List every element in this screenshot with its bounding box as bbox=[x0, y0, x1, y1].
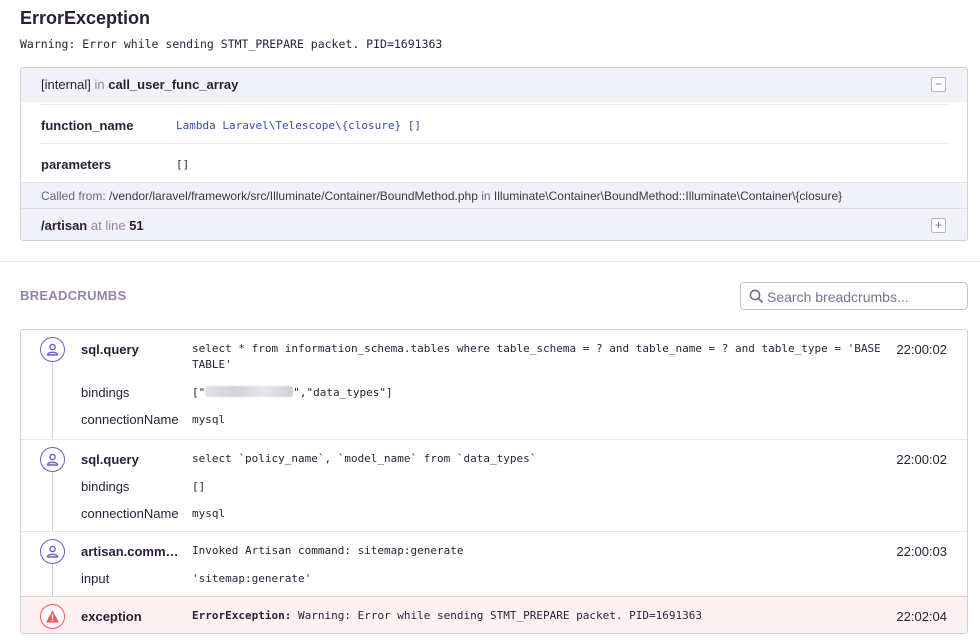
breadcrumbs-list: sql.query select * from information_sche… bbox=[20, 329, 968, 634]
called-from-path[interactable]: /vendor/laravel/framework/src/Illuminate… bbox=[109, 189, 478, 203]
breadcrumb-time: 22:00:02 bbox=[896, 452, 947, 467]
breadcrumb-time: 22:00:03 bbox=[896, 544, 947, 559]
var-key: parameters bbox=[41, 157, 112, 172]
breadcrumbs-heading: BREADCRUMBS bbox=[20, 288, 127, 303]
frame-in-label: in bbox=[94, 77, 105, 92]
breadcrumb-category: artisan.comma... bbox=[81, 544, 183, 559]
breadcrumb-category: sql.query bbox=[81, 342, 139, 357]
breadcrumb-data-key: input bbox=[81, 571, 110, 586]
timeline-line bbox=[52, 360, 53, 439]
exception-title: ErrorException bbox=[20, 8, 151, 28]
called-from-function: Illuminate\Container\BoundMethod::Illumi… bbox=[493, 189, 843, 203]
expand-frame-button[interactable]: + bbox=[931, 218, 946, 233]
frame-line-number: 51 bbox=[129, 218, 144, 233]
breadcrumb-item-exception[interactable]: exception ErrorException: Warning: Error… bbox=[21, 596, 967, 633]
breadcrumb-data-key: connectionName bbox=[81, 412, 179, 427]
breadcrumb-message: ErrorException: Warning: Error while sen… bbox=[192, 609, 702, 622]
frame-var-row: function_name Lambda Laravel\Telescope\{… bbox=[41, 104, 947, 143]
breadcrumb-message: select `policy_name`, `model_name` from … bbox=[192, 452, 537, 465]
breadcrumb-message: Invoked Artisan command: sitemap:generat… bbox=[192, 544, 464, 557]
exception-message: Warning: Error while sending STMT_PREPAR… bbox=[20, 37, 443, 51]
breadcrumb-time: 22:02:04 bbox=[896, 609, 947, 624]
breadcrumb-category: exception bbox=[81, 609, 142, 624]
var-value: Lambda Laravel\Telescope\{closure} [] bbox=[176, 119, 422, 132]
breadcrumb-item[interactable]: sql.query select `policy_name`, `model_n… bbox=[21, 439, 967, 531]
frame-file-name: /artisan bbox=[41, 218, 88, 233]
breadcrumb-data-value: 'sitemap:generate' bbox=[192, 572, 312, 585]
warning-icon bbox=[40, 604, 65, 629]
user-icon bbox=[40, 337, 65, 362]
called-from-in-label: in bbox=[481, 189, 491, 203]
breadcrumb-time: 22:00:02 bbox=[896, 342, 947, 357]
timeline-line bbox=[52, 562, 53, 596]
timeline-line bbox=[52, 470, 53, 531]
frame-variables: function_name Lambda Laravel\Telescope\{… bbox=[21, 102, 967, 182]
frame-var-row: parameters [] bbox=[41, 143, 947, 182]
section-divider bbox=[0, 261, 980, 262]
frame-internal-label: [internal] bbox=[41, 77, 91, 92]
breadcrumb-data-key: connectionName bbox=[81, 506, 179, 521]
breadcrumb-category: sql.query bbox=[81, 452, 139, 467]
stack-frame-header[interactable]: [internal] in call_user_func_array − bbox=[21, 68, 967, 102]
frame-at-line-label: at line bbox=[90, 218, 126, 233]
called-from-label: Called from: bbox=[41, 189, 106, 203]
breadcrumb-item[interactable]: artisan.comma... Invoked Artisan command… bbox=[21, 531, 967, 596]
redacted-value bbox=[205, 386, 294, 397]
var-value: [] bbox=[176, 158, 190, 171]
collapse-frame-button[interactable]: − bbox=[931, 77, 946, 92]
breadcrumb-message: select * from information_schema.tables … bbox=[192, 342, 881, 371]
search-breadcrumbs-input[interactable] bbox=[767, 287, 961, 306]
search-icon bbox=[749, 289, 763, 303]
called-from-row: Called from: /vendor/laravel/framework/s… bbox=[21, 182, 967, 208]
breadcrumb-item[interactable]: sql.query select * from information_sche… bbox=[21, 330, 967, 439]
breadcrumb-data-key: bindings bbox=[81, 385, 130, 400]
user-icon bbox=[40, 447, 65, 472]
breadcrumb-data-key: bindings bbox=[81, 479, 130, 494]
breadcrumb-data-value: [] bbox=[192, 480, 206, 493]
user-icon bbox=[40, 539, 65, 564]
breadcrumb-data-value: mysql bbox=[192, 413, 226, 426]
stack-frame-header-artisan[interactable]: /artisan at line 51 + bbox=[21, 208, 967, 240]
frame-function-name: call_user_func_array bbox=[108, 77, 239, 92]
stack-frame-panel: [internal] in call_user_func_array − fun… bbox=[20, 67, 968, 241]
var-key: function_name bbox=[41, 118, 134, 133]
breadcrumb-data-value: mysql bbox=[192, 507, 226, 520]
breadcrumb-data-value: [" ","data_types"] bbox=[192, 386, 393, 399]
breadcrumbs-search[interactable] bbox=[740, 282, 968, 310]
